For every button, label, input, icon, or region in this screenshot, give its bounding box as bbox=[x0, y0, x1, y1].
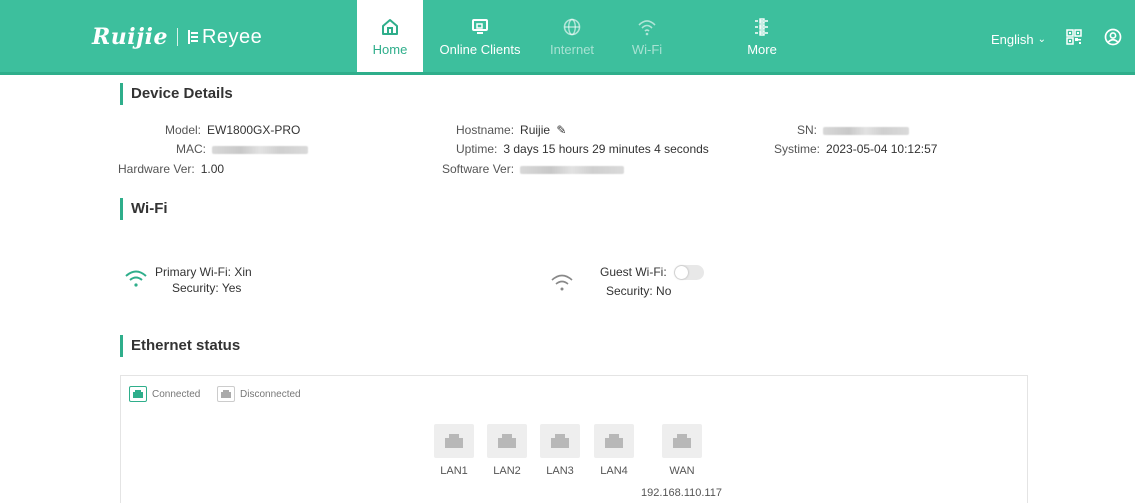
header-underline bbox=[0, 72, 1135, 75]
ethernet-port-icon bbox=[487, 424, 527, 458]
port-lan1: LAN1 bbox=[433, 424, 475, 477]
nav-online-clients-label: Online Clients bbox=[439, 42, 521, 57]
nav-home-label: Home bbox=[372, 42, 408, 57]
user-account-icon[interactable] bbox=[1104, 28, 1122, 49]
globe-icon bbox=[563, 18, 581, 36]
ethernet-port-icon bbox=[662, 424, 702, 458]
primary-wifi-ssid: Xin bbox=[234, 265, 252, 279]
port-label: LAN4 bbox=[600, 465, 628, 477]
mac-label: MAC: bbox=[176, 142, 206, 156]
sub-brand: Reyee bbox=[187, 26, 262, 49]
mac-value-redacted bbox=[212, 141, 308, 157]
nav-wifi-label: Wi-Fi bbox=[631, 42, 663, 57]
wifi-signal-icon bbox=[125, 270, 147, 287]
hostname-label: Hostname: bbox=[456, 123, 515, 137]
chevron-down-icon: ⌄ bbox=[1037, 34, 1047, 45]
systime-label: Systime: bbox=[774, 142, 821, 156]
monitor-icon bbox=[472, 19, 488, 34]
reyee-mark-icon bbox=[187, 30, 198, 44]
hostname-value: Ruijie ✎ bbox=[520, 122, 566, 138]
primary-security-value: Yes bbox=[221, 281, 242, 295]
guest-security-label: Security: bbox=[606, 284, 653, 298]
ethernet-port-icon bbox=[540, 424, 580, 458]
software-row: Software Ver: bbox=[442, 161, 625, 177]
edit-icon[interactable]: ✎ bbox=[556, 123, 566, 137]
port-label: WAN bbox=[669, 465, 695, 477]
ethernet-status-title: Ethernet status bbox=[120, 335, 240, 357]
nav-wifi[interactable]: Wi-Fi bbox=[615, 0, 679, 72]
sn-row: SN: bbox=[797, 122, 910, 138]
port-label: LAN3 bbox=[546, 465, 574, 477]
brand-name: Ruijie bbox=[92, 24, 168, 50]
legend-disconnected: Disconnected bbox=[217, 386, 301, 402]
model-row: Model: EW1800GX-PRO bbox=[165, 122, 300, 138]
primary-security-row: Security: Yes bbox=[172, 281, 241, 296]
wifi-icon bbox=[638, 20, 656, 36]
legend-connected-label: Connected bbox=[152, 388, 201, 400]
primary-wifi-label: Primary Wi-Fi: bbox=[155, 265, 231, 279]
home-icon bbox=[382, 19, 398, 35]
mac-row: MAC: bbox=[176, 141, 308, 157]
ruijie-reyee-logo: Ruijie Reyee bbox=[92, 22, 262, 52]
language-value: English bbox=[991, 32, 1034, 47]
sn-label: SN: bbox=[797, 123, 818, 137]
guest-security-row: Security: No bbox=[606, 284, 671, 299]
ethernet-panel: Connected Disconnected LAN1 LAN2 LAN3 LA… bbox=[120, 375, 1028, 503]
sub-brand-name: Reyee bbox=[201, 25, 263, 48]
uptime-label: Uptime: bbox=[456, 142, 498, 156]
guest-security-value: No bbox=[656, 284, 672, 298]
legend-connected: Connected bbox=[129, 386, 200, 402]
language-selector[interactable]: English ⌄ bbox=[991, 32, 1046, 47]
nav-home[interactable]: Home bbox=[357, 0, 423, 72]
model-value: EW1800GX-PRO bbox=[207, 123, 301, 137]
hardware-value: 1.00 bbox=[200, 162, 225, 176]
wifi-section-title: Wi-Fi bbox=[120, 198, 168, 220]
guest-wifi-toggle[interactable] bbox=[674, 265, 705, 281]
top-navigation-bar: Ruijie Reyee Home Online Clients Interne… bbox=[0, 0, 1135, 72]
uptime-row: Uptime: 3 days 15 hours 29 minutes 4 sec… bbox=[456, 141, 709, 157]
port-lan3: LAN3 bbox=[539, 424, 581, 477]
hardware-label: Hardware Ver: bbox=[118, 162, 195, 176]
nav-internet[interactable]: Internet bbox=[540, 0, 604, 72]
port-lan2: LAN2 bbox=[486, 424, 528, 477]
port-lan4: LAN4 bbox=[593, 424, 635, 477]
ethernet-port-icon bbox=[594, 424, 634, 458]
guest-wifi-row: Guest Wi-Fi: bbox=[600, 265, 705, 281]
qr-code-icon[interactable] bbox=[1066, 29, 1082, 48]
hostname-row: Hostname: Ruijie ✎ bbox=[456, 122, 566, 138]
logo-divider bbox=[176, 28, 178, 46]
nav-more-label: More bbox=[747, 42, 777, 57]
nav-online-clients[interactable]: Online Clients bbox=[432, 0, 528, 72]
legend-disconnected-label: Disconnected bbox=[240, 388, 301, 400]
guest-wifi-label: Guest Wi-Fi: bbox=[600, 265, 667, 279]
sn-value-redacted bbox=[823, 122, 910, 138]
sliders-icon bbox=[755, 18, 769, 36]
device-details-title: Device Details bbox=[120, 83, 233, 105]
wifi-signal-icon bbox=[551, 274, 573, 291]
model-label: Model: bbox=[165, 123, 202, 137]
port-label: LAN1 bbox=[440, 465, 468, 477]
disconnected-port-icon bbox=[217, 386, 235, 402]
connected-port-icon bbox=[129, 386, 147, 402]
ethernet-port-icon bbox=[434, 424, 474, 458]
systime-value: 2023-05-04 10:12:57 bbox=[826, 142, 938, 156]
primary-security-label: Security: bbox=[172, 281, 219, 295]
nav-more[interactable]: More bbox=[730, 0, 794, 72]
port-wan: WAN bbox=[661, 424, 703, 477]
primary-wifi-row: Primary Wi-Fi: Xin bbox=[155, 265, 252, 280]
uptime-value: 3 days 15 hours 29 minutes 4 seconds bbox=[503, 142, 709, 156]
hardware-row: Hardware Ver: 1.00 bbox=[118, 161, 224, 177]
wan-ip-address: 192.168.110.117 bbox=[641, 487, 722, 499]
software-value-redacted bbox=[520, 161, 625, 177]
port-label: LAN2 bbox=[493, 465, 521, 477]
software-label: Software Ver: bbox=[442, 162, 515, 176]
systime-row: Systime: 2023-05-04 10:12:57 bbox=[774, 141, 937, 157]
hostname-text: Ruijie bbox=[520, 123, 551, 137]
nav-internet-label: Internet bbox=[549, 42, 595, 57]
